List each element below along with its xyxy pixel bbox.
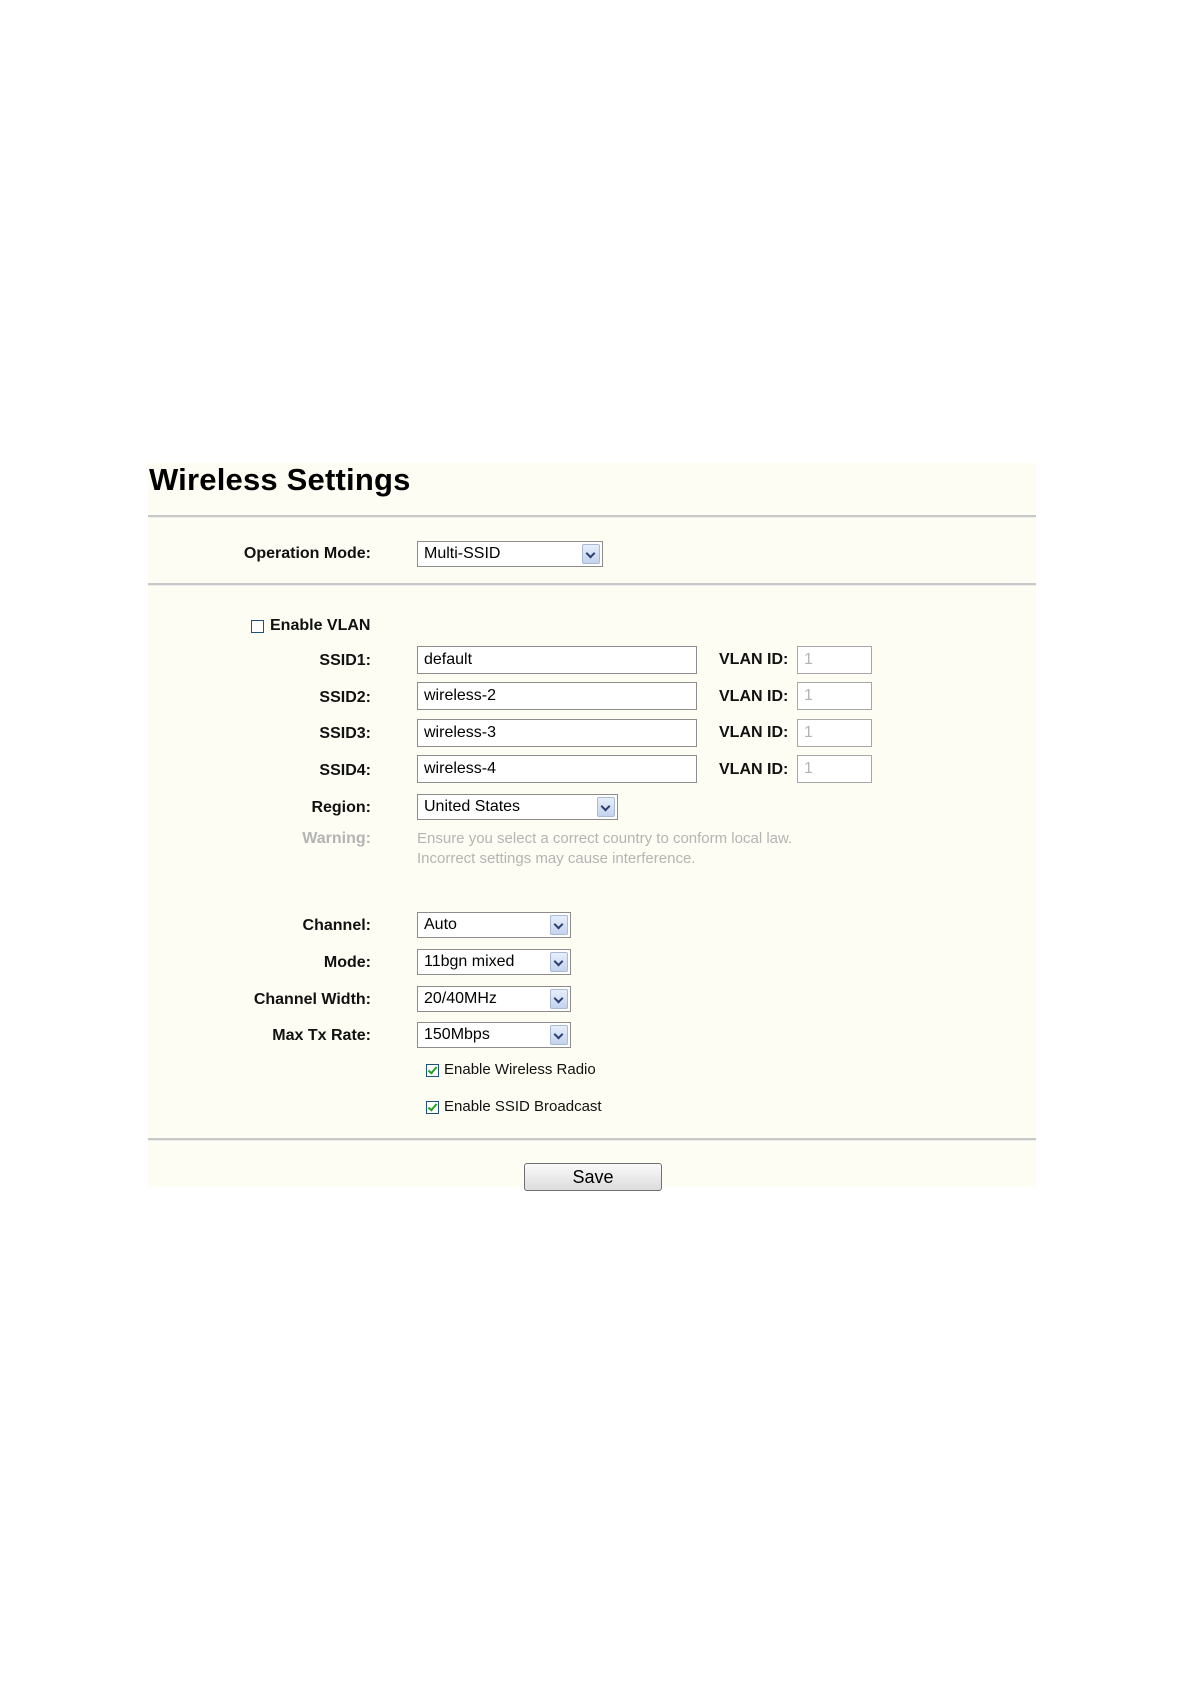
save-button[interactable]: Save (524, 1163, 662, 1191)
chevron-down-icon[interactable] (550, 1025, 568, 1045)
ssid3-input[interactable]: wireless-3 (417, 719, 697, 747)
enable-wireless-radio-label: Enable Wireless Radio (444, 1061, 596, 1078)
max-tx-rate-select[interactable]: 150Mbps (417, 1022, 571, 1048)
enable-vlan-label: Enable VLAN (270, 617, 371, 634)
mode-label: Mode: (323, 954, 371, 971)
warning-text-line2: Incorrect settings may cause interferenc… (417, 850, 696, 867)
channel-label: Channel: (302, 917, 371, 934)
ssid4-vlan-id-label: VLAN ID: (719, 761, 789, 778)
region-value: United States (424, 798, 521, 815)
mode-value: 11bgn mixed (424, 953, 515, 970)
page-title: Wireless Settings (149, 462, 411, 497)
ssid2-vlan-id-input[interactable]: 1 (797, 682, 872, 710)
warning-text-line1: Ensure you select a correct country to c… (417, 830, 793, 847)
divider (148, 583, 1036, 586)
divider (148, 515, 1036, 518)
max-tx-rate-value: 150Mbps (424, 1026, 490, 1043)
ssid3-vlan-id-label: VLAN ID: (719, 724, 789, 741)
enable-ssid-broadcast-checkbox[interactable] (426, 1101, 439, 1114)
ssid3-label: SSID3: (319, 725, 371, 742)
ssid1-vlan-id-input[interactable]: 1 (797, 646, 872, 674)
enable-vlan-checkbox[interactable] (251, 620, 264, 633)
enable-wireless-radio-checkbox[interactable] (426, 1064, 439, 1077)
enable-ssid-broadcast-label: Enable SSID Broadcast (444, 1098, 602, 1115)
ssid1-vlan-id-label: VLAN ID: (719, 651, 789, 668)
ssid4-vlan-id-input[interactable]: 1 (797, 755, 872, 783)
wireless-settings-panel: Wireless Settings Operation Mode: Multi-… (148, 462, 1036, 1191)
chevron-down-icon[interactable] (582, 544, 600, 564)
channel-width-select[interactable]: 20/40MHz (417, 986, 571, 1012)
ssid4-label: SSID4: (319, 762, 371, 779)
chevron-down-icon[interactable] (550, 952, 568, 972)
operation-mode-select[interactable]: Multi-SSID (417, 541, 603, 567)
region-select[interactable]: United States (417, 794, 618, 820)
channel-value: Auto (424, 916, 457, 933)
warning-label: Warning: (302, 830, 371, 847)
chevron-down-icon[interactable] (597, 797, 615, 817)
max-tx-rate-label: Max Tx Rate: (272, 1027, 371, 1044)
ssid1-label: SSID1: (319, 652, 371, 669)
channel-width-value: 20/40MHz (424, 990, 497, 1007)
channel-select[interactable]: Auto (417, 912, 571, 938)
ssid2-input[interactable]: wireless-2 (417, 682, 697, 710)
operation-mode-value: Multi-SSID (424, 545, 501, 562)
mode-select[interactable]: 11bgn mixed (417, 949, 571, 975)
channel-width-label: Channel Width: (253, 991, 371, 1008)
ssid1-input[interactable]: default (417, 646, 697, 674)
operation-mode-label: Operation Mode: (243, 545, 371, 562)
chevron-down-icon[interactable] (550, 915, 568, 935)
ssid2-label: SSID2: (319, 689, 371, 706)
divider (148, 1138, 1036, 1141)
ssid2-vlan-id-label: VLAN ID: (719, 688, 789, 705)
ssid4-input[interactable]: wireless-4 (417, 755, 697, 783)
chevron-down-icon[interactable] (550, 989, 568, 1009)
region-label: Region: (311, 799, 371, 816)
ssid3-vlan-id-input[interactable]: 1 (797, 719, 872, 747)
